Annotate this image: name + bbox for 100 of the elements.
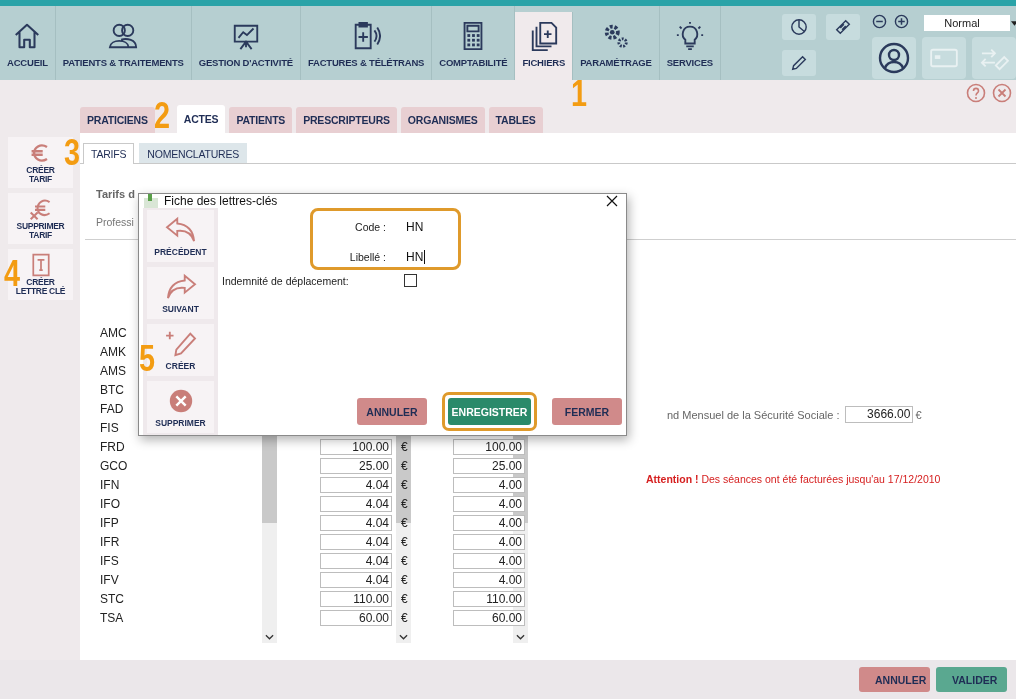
zoom-in-button[interactable] <box>894 14 911 31</box>
tab[interactable]: ORGANISMES <box>400 107 485 133</box>
chevron-down-icon[interactable] <box>265 634 274 640</box>
price-field[interactable]: 25.00 <box>320 457 392 474</box>
app-icon <box>144 194 158 208</box>
price-field[interactable]: 4.00 <box>453 495 525 512</box>
tab[interactable]: PRATICIENS <box>80 107 155 133</box>
help-button[interactable] <box>966 82 986 103</box>
price-field[interactable]: 110.00 <box>320 590 392 607</box>
field-label: Libellé : <box>348 251 386 263</box>
dialog-button[interactable]: ENREGISTRER <box>448 398 531 425</box>
code-label: IFS <box>100 553 119 568</box>
currency-label: € <box>401 515 408 530</box>
nav-item[interactable]: FACTURES & TÉLÉTRANS <box>300 6 433 80</box>
callout-number: 2 <box>154 98 170 134</box>
back-arrow-icon <box>163 215 198 244</box>
chevron-down-icon[interactable] <box>399 634 408 640</box>
code-label: IFV <box>100 572 119 587</box>
code-label: AMS <box>100 363 126 378</box>
section-heading: Tarifs d <box>96 188 135 200</box>
warning-text: Attention ! Des séances ont été facturées jusqu'au 17/12/2010 <box>646 473 941 485</box>
currency-label: € <box>401 610 408 625</box>
subtab[interactable]: NOMENCLATURES <box>139 143 248 163</box>
price-field[interactable]: 4.04 <box>320 552 392 569</box>
label-field[interactable]: HN <box>406 250 426 264</box>
price-field[interactable]: 4.00 <box>453 552 525 569</box>
currency-label: € <box>915 408 922 421</box>
card-icon <box>929 47 959 69</box>
currency-label: € <box>401 477 408 492</box>
plus-pencil-icon <box>163 329 198 358</box>
price-field[interactable]: 4.04 <box>320 533 392 550</box>
code-label: IFN <box>100 477 120 492</box>
nav-item[interactable]: SERVICES <box>659 6 721 80</box>
tab[interactable]: PATIENTS <box>229 107 293 133</box>
code-label: FRD <box>100 439 125 454</box>
subtab[interactable]: TARIFS <box>83 143 135 164</box>
dialog-button[interactable]: FERMER <box>552 398 622 425</box>
currency-label: € <box>401 591 408 606</box>
tab[interactable]: PRESCRIPTEURS <box>296 107 397 133</box>
pie-chart-button[interactable] <box>782 14 816 40</box>
price-field[interactable]: 4.04 <box>320 476 392 493</box>
currency-label: € <box>401 439 408 454</box>
nav-item[interactable]: PATIENTS & TRAITEMENTS <box>55 6 192 80</box>
sidebar-button[interactable]: SUPPRIMER TARIF <box>8 193 73 244</box>
lightbulb-icon <box>674 21 705 51</box>
currency-label: € <box>401 534 408 549</box>
footer-button[interactable]: ANNULER <box>859 667 930 692</box>
code-field[interactable]: HN <box>406 220 424 234</box>
people-icon <box>108 21 139 51</box>
currency-label: € <box>401 458 408 473</box>
nav-item[interactable]: PARAMÉTRAGE <box>573 6 660 80</box>
dialog-button[interactable]: ANNULER <box>357 398 427 425</box>
tab[interactable]: ACTES <box>176 105 226 133</box>
zoom-out-button[interactable] <box>872 14 889 31</box>
close-button[interactable] <box>606 195 618 207</box>
price-field[interactable]: 4.00 <box>453 533 525 550</box>
price-field[interactable]: 4.00 <box>453 514 525 531</box>
price-field[interactable]: 4.00 <box>453 476 525 493</box>
user-icon <box>878 42 910 74</box>
ceiling-field[interactable]: 3666.00 <box>845 406 914 423</box>
nav-item[interactable]: FICHIERS <box>515 12 574 80</box>
chevron-down-icon[interactable] <box>516 634 525 640</box>
price-field[interactable]: 110.00 <box>453 590 525 607</box>
code-label: FIS <box>100 420 119 435</box>
currency-label: € <box>401 572 408 587</box>
pie-chart-icon <box>790 18 808 36</box>
toolbar-button[interactable]: PRÉCÉDENT <box>147 210 214 262</box>
tab[interactable]: TABLES <box>488 107 543 133</box>
price-field[interactable]: 4.00 <box>453 571 525 588</box>
code-label: IFP <box>100 515 119 530</box>
field-label: Indemnité de déplacement: <box>222 274 350 287</box>
toolbar-button[interactable]: SUIVANT <box>147 267 214 319</box>
price-field[interactable]: 100.00 <box>453 438 525 455</box>
footer-button[interactable]: VALIDER <box>936 667 1007 692</box>
price-field[interactable]: 25.00 <box>453 457 525 474</box>
pencil-button[interactable] <box>782 50 816 76</box>
code-label: AMK <box>100 344 126 359</box>
pencil-icon <box>790 54 808 72</box>
nav-item[interactable]: ACCUEIL <box>0 6 56 80</box>
dialog-title: Fiche des lettres-clés <box>164 194 278 208</box>
price-field[interactable]: 60.00 <box>320 609 392 626</box>
price-field[interactable]: 60.00 <box>453 609 525 626</box>
section-subheading: Professi <box>96 216 134 228</box>
user-button[interactable] <box>872 37 916 79</box>
ticket-button[interactable] <box>826 14 860 40</box>
toolbar-button[interactable]: SUPPRIMER <box>147 381 214 433</box>
ceiling-label: nd Mensuel de la Sécurité Sociale : <box>667 408 840 421</box>
price-field[interactable]: 100.00 <box>320 438 392 455</box>
field-label: Code : <box>354 221 386 233</box>
nav-item[interactable]: GESTION D'ACTIVITÉ <box>191 6 301 80</box>
currency-label: € <box>401 553 408 568</box>
checkbox[interactable] <box>404 274 417 287</box>
code-label: IFR <box>100 534 120 549</box>
ticket-icon <box>834 18 852 36</box>
code-label: FAD <box>100 401 124 416</box>
code-label: BTC <box>100 382 124 397</box>
price-field[interactable]: 4.04 <box>320 495 392 512</box>
price-field[interactable]: 4.04 <box>320 571 392 588</box>
euro-cross-icon <box>28 197 53 221</box>
price-field[interactable]: 4.04 <box>320 514 392 531</box>
